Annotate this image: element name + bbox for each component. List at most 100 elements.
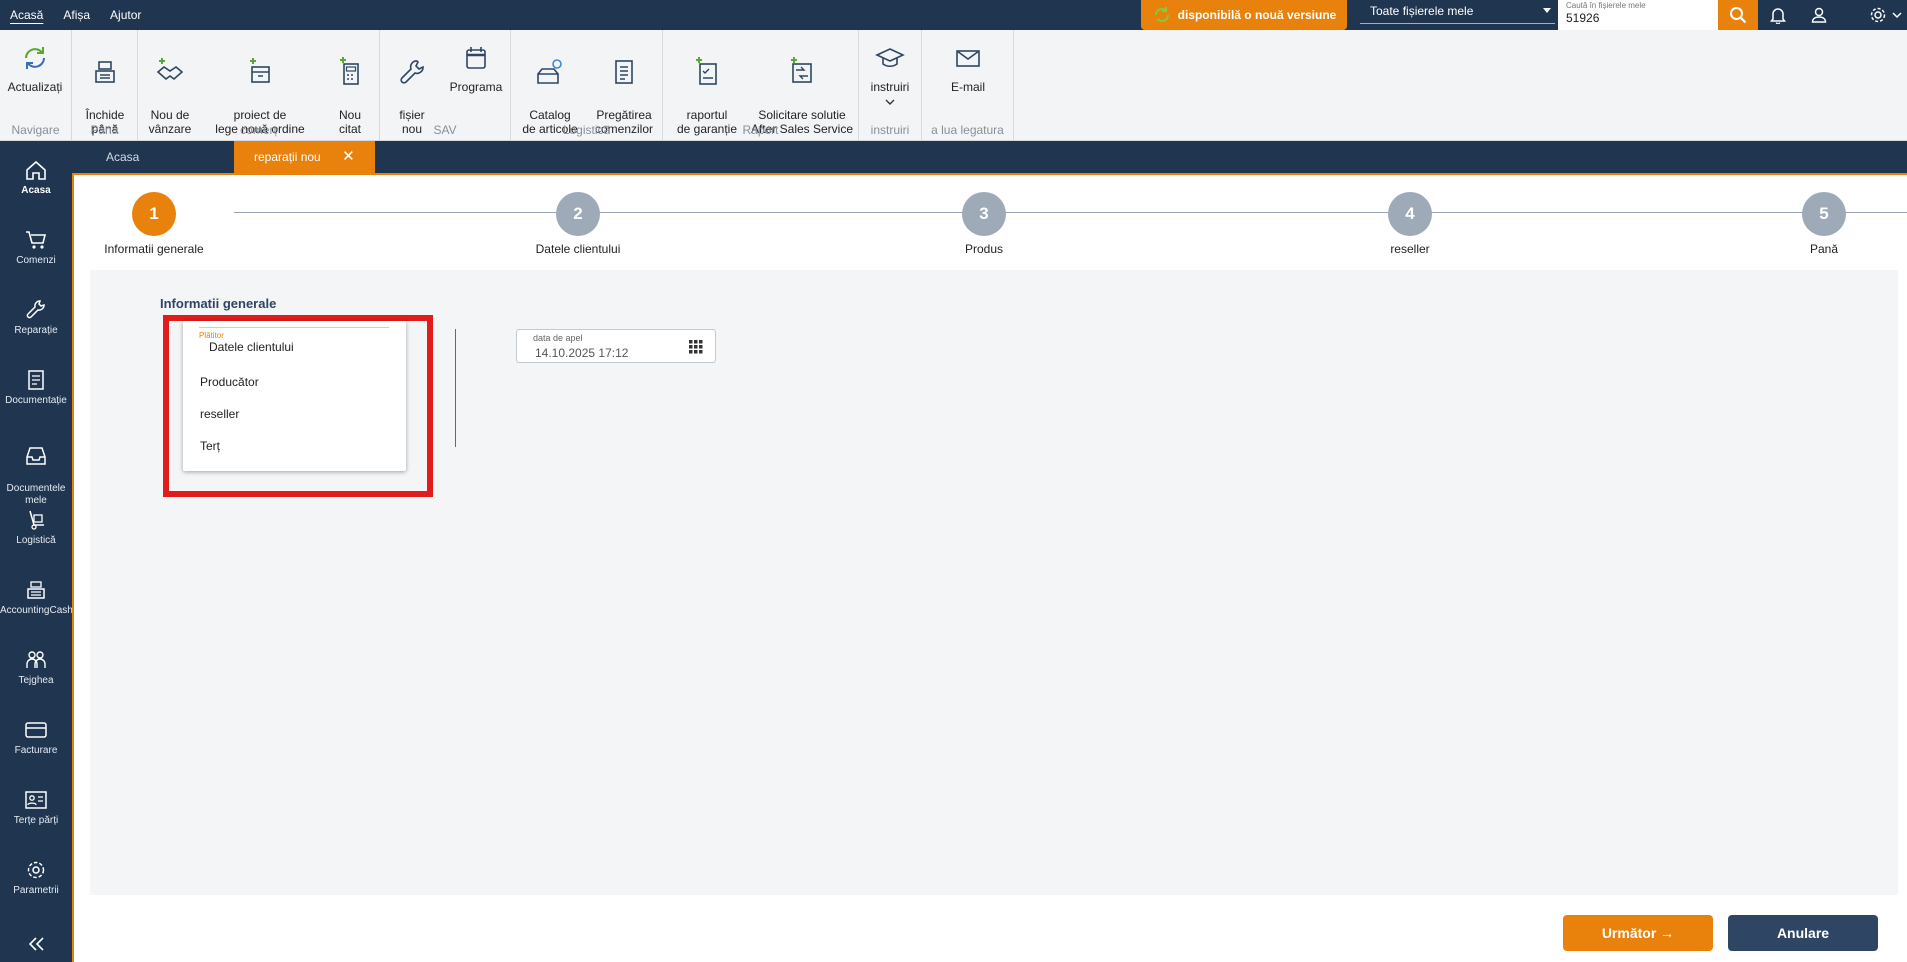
notifications-button[interactable] xyxy=(1760,0,1796,30)
step-3[interactable]: 3 Produs xyxy=(904,192,1064,256)
after-sales-request-button[interactable]: Solicitare solutie After Sales Service xyxy=(747,42,857,136)
nav-home[interactable]: Acasa xyxy=(0,159,72,197)
training-label: instruiri xyxy=(870,80,910,94)
payer-option-third-party[interactable]: Terț xyxy=(200,439,220,453)
bell-icon xyxy=(1770,8,1786,24)
call-date-value: 14.10.2025 17:12 xyxy=(535,346,629,360)
collapse-nav-button[interactable] xyxy=(0,936,72,956)
chevron-down-icon xyxy=(1543,8,1551,13)
call-date-label: data de apel xyxy=(533,333,583,343)
tab-home[interactable]: Acasa xyxy=(86,141,159,173)
menu-home[interactable]: Acasă xyxy=(0,0,53,30)
nav-repair-label: Reparație xyxy=(14,325,58,336)
step-5[interactable]: 5 Pană xyxy=(1744,192,1904,256)
nav-accounting-cash[interactable]: AccountingCash xyxy=(0,579,73,617)
close-till-button[interactable]: Închide până xyxy=(72,42,138,136)
warranty-report-button[interactable]: raportul de garanție xyxy=(671,42,743,136)
wrench-icon xyxy=(400,60,424,84)
stepper-line xyxy=(234,212,1907,213)
nav-logistics-label: Logistică xyxy=(16,535,56,546)
nav-my-documents[interactable]: Documentele mele xyxy=(0,433,72,507)
step-number: 5 xyxy=(1802,192,1846,236)
ribbon-group-label: Logistică xyxy=(562,123,611,137)
ribbon-group-contact: E-mail a lua legatura xyxy=(922,30,1014,141)
cancel-button[interactable]: Anulare xyxy=(1728,915,1878,951)
step-1[interactable]: 1 Informatii generale xyxy=(74,192,234,256)
payer-selected[interactable]: Plătitor Datele clientului xyxy=(199,327,389,354)
nav-third-parties-label: Terțe părți xyxy=(13,815,59,826)
payer-option-manufacturer[interactable]: Producător xyxy=(200,375,259,389)
nav-orders[interactable]: Comenzi xyxy=(0,229,72,267)
nav-counter-label: Tejghea xyxy=(18,675,54,686)
step-2[interactable]: 2 Datele clientului xyxy=(498,192,658,256)
nav-billing-label: Facturare xyxy=(14,745,58,756)
search-button[interactable] xyxy=(1718,0,1758,30)
step-number: 4 xyxy=(1388,192,1432,236)
tab-new-repair-label: reparații nou xyxy=(254,150,321,164)
payer-option-reseller[interactable]: reseller xyxy=(200,407,239,421)
ribbon-group-navigation: Actualizați Navigare xyxy=(0,30,72,141)
search-label: Caută în fișierele mele xyxy=(1566,1,1646,10)
nav-accounting-cash-label: AccountingCash xyxy=(0,605,73,616)
new-file-button[interactable]: fișier nou xyxy=(384,42,440,136)
calendar-grid-icon[interactable] xyxy=(689,340,703,354)
handshake-icon xyxy=(156,58,184,81)
nav-repair[interactable]: Reparație xyxy=(0,299,72,337)
payer-selected-value: Datele clientului xyxy=(209,340,294,354)
close-icon[interactable]: ✕ xyxy=(342,148,355,165)
nav-counter[interactable]: Tejghea xyxy=(0,649,72,687)
payer-dropdown[interactable]: Plătitor Datele clientului Producător re… xyxy=(183,321,406,471)
tab-bar: Acasa reparații nou ✕ xyxy=(72,141,1907,173)
nav-logistics[interactable]: Logistică xyxy=(0,509,72,547)
ribbon-group-logistics: Catalog de articole Pregătirea comenzilo… xyxy=(511,30,663,141)
order-prep-button[interactable]: Pregătirea comenzilor xyxy=(587,42,661,136)
people-icon xyxy=(26,651,46,668)
scope-select[interactable]: Toate fișierele mele xyxy=(1360,2,1555,24)
nav-billing[interactable]: Facturare xyxy=(0,719,72,757)
user-button[interactable] xyxy=(1801,0,1837,30)
double-chevron-left-icon xyxy=(28,937,44,951)
ribbon-group-label: instruiri xyxy=(870,123,910,137)
email-label: E-mail xyxy=(950,80,985,94)
calculator-icon xyxy=(340,57,359,85)
nav-documentation[interactable]: Documentație xyxy=(0,369,72,407)
scope-select-value: Toate fișierele mele xyxy=(1370,4,1474,18)
nav-parameters[interactable]: Parametrii xyxy=(0,859,72,897)
ribbon-group-commerce: Nou de vânzare proiect de lege nouă ordi… xyxy=(138,30,380,147)
next-button[interactable]: Următor → xyxy=(1563,915,1713,951)
ribbon-group-label: a lua legatura xyxy=(931,123,1004,137)
gear-icon xyxy=(27,861,45,879)
main-menu: Acasă Afișa Ajutor xyxy=(0,0,151,30)
document-icon xyxy=(28,370,44,390)
id-card-icon xyxy=(25,791,47,809)
update-label: disponibilă o nouă versiune xyxy=(1177,8,1337,22)
call-date-field[interactable]: data de apel 14.10.2025 17:12 xyxy=(516,329,716,363)
training-button[interactable]: instruiri xyxy=(859,42,921,106)
tab-home-label: Acasa xyxy=(106,150,140,164)
search-input[interactable]: Caută în fișierele mele 51926 xyxy=(1558,0,1718,30)
menu-help[interactable]: Ajutor xyxy=(100,0,151,30)
divider xyxy=(455,329,456,447)
nav-third-parties[interactable]: Terțe părți xyxy=(0,789,72,827)
item-catalog-button[interactable]: Catalog de articole xyxy=(513,42,587,136)
chevron-down-icon xyxy=(1891,12,1902,19)
step-label: Pană xyxy=(1809,242,1839,256)
graduation-cap-icon xyxy=(875,48,905,68)
email-button[interactable]: E-mail xyxy=(922,42,1014,94)
settings-dropdown[interactable] xyxy=(1886,0,1907,30)
refresh-button[interactable]: Actualizați xyxy=(0,42,70,94)
menu-view[interactable]: Afișa xyxy=(53,0,100,30)
wrench-icon xyxy=(26,300,45,319)
new-quote-button[interactable]: Nou citat xyxy=(322,42,378,136)
step-number: 3 xyxy=(962,192,1006,236)
wizard-stepper: 1 Informatii generale 2 Datele clientulu… xyxy=(74,175,1907,270)
new-sale-button[interactable]: Nou de vânzare xyxy=(140,42,200,136)
schedule-button[interactable]: Programa xyxy=(442,42,510,94)
step-4[interactable]: 4 reseller xyxy=(1330,192,1490,256)
gear-icon xyxy=(1870,7,1886,23)
tab-new-repair[interactable]: reparații nou ✕ xyxy=(234,141,375,173)
ribbon-group-label: SAV xyxy=(433,123,457,137)
update-available-button[interactable]: disponibilă o nouă versiune xyxy=(1141,0,1347,30)
refresh-icon xyxy=(1154,7,1169,23)
section-title: Informatii generale xyxy=(160,296,277,311)
